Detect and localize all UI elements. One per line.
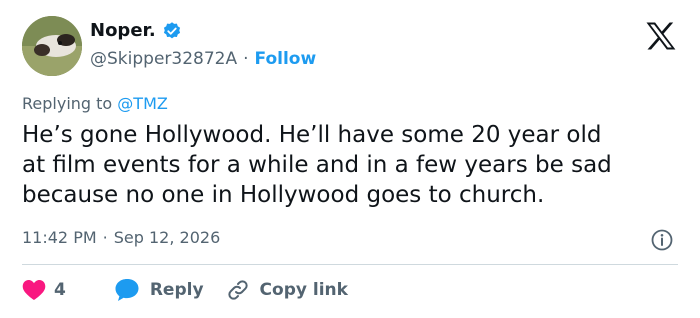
author-handle[interactable]: @Skipper32872A [90, 49, 237, 69]
avatar[interactable] [22, 16, 82, 76]
tweet-timestamp[interactable]: 11:42 PM · Sep 12, 2026 [22, 228, 220, 247]
tweet-date: Sep 12, 2026 [113, 228, 221, 247]
timestamp-separator: · [102, 228, 108, 247]
replying-to-label: Replying to [22, 94, 113, 113]
reply-bubble-icon [115, 279, 139, 301]
reply-button[interactable]: Reply [114, 278, 204, 302]
x-logo-icon[interactable] [646, 22, 676, 50]
like-button[interactable]: 4 [22, 279, 92, 301]
link-icon [227, 280, 248, 300]
handle-separator: · [243, 49, 249, 69]
reply-context: Replying to @TMZ [22, 94, 168, 113]
tweet-text: He’s gone Hollywood. He’ll have some 20 … [22, 122, 612, 208]
reply-label: Reply [149, 280, 204, 300]
reply-mention-link[interactable]: @TMZ [117, 94, 168, 113]
info-icon[interactable] [650, 228, 674, 252]
author-name-row: Noper. [90, 20, 182, 41]
action-bar: 4 Reply Copy link [22, 278, 370, 302]
avatar-image [22, 16, 82, 76]
copy-link-button[interactable]: Copy link [226, 278, 348, 302]
verified-badge-icon [163, 21, 180, 38]
author-name[interactable]: Noper. [90, 20, 156, 41]
copy-link-label: Copy link [259, 280, 348, 300]
tweet-time: 11:42 PM [22, 228, 97, 247]
divider [22, 264, 678, 265]
heart-icon [22, 280, 46, 300]
like-count: 4 [54, 280, 66, 300]
follow-button[interactable]: Follow [255, 49, 317, 69]
author-handle-row: @Skipper32872A · Follow [90, 49, 316, 69]
